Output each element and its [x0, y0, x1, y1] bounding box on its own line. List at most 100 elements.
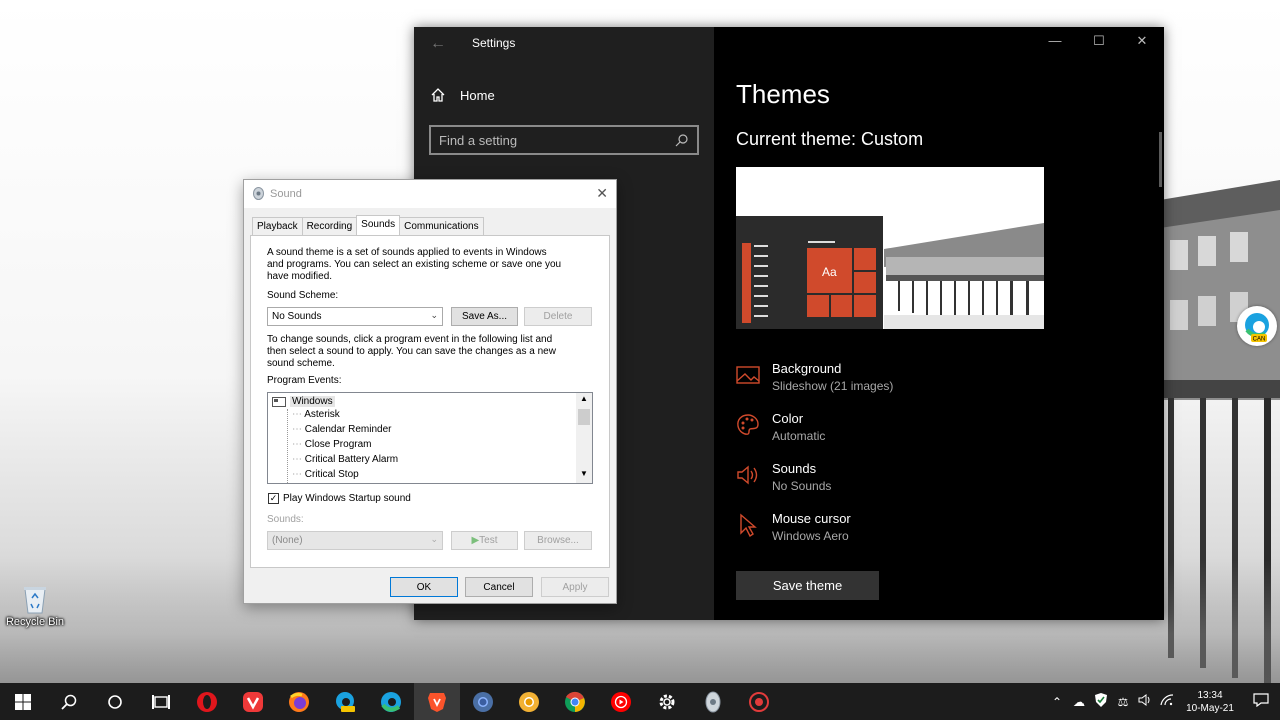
events-root-label: Windows	[290, 396, 335, 407]
theme-item-mouse-cursor[interactable]: Mouse cursor Windows Aero	[736, 511, 1036, 551]
delete-button[interactable]: Delete	[524, 307, 592, 326]
program-events-list[interactable]: Windows ⋯ Asterisk ⋯ Calendar Reminder ⋯…	[267, 392, 593, 484]
tab-communications[interactable]: Communications	[399, 217, 484, 235]
recycle-bin[interactable]: Recycle Bin	[4, 584, 66, 628]
list-item[interactable]: ⋯ Asterisk	[292, 409, 340, 424]
speaker-icon	[737, 465, 758, 485]
sound-dialog-close-icon[interactable]: ✕	[596, 185, 608, 202]
list-item[interactable]: ⋯ Critical Stop	[292, 469, 359, 483]
program-events-label: Program Events:	[267, 375, 342, 386]
background-subtitle: Slideshow (21 images)	[772, 379, 894, 393]
sounds-subtitle: No Sounds	[772, 479, 832, 493]
sounds-title: Sounds	[772, 461, 817, 476]
opera-icon[interactable]	[184, 683, 230, 720]
search-icon[interactable]	[675, 133, 689, 147]
settings-scrollbar[interactable]	[1159, 132, 1162, 187]
checkmark-icon[interactable]: ✓	[268, 493, 279, 504]
chevron-up-icon[interactable]: ⌃	[1046, 695, 1068, 709]
taskbar: ⌃ ☁ ⚖ 13:34 10-May-21	[0, 683, 1280, 720]
save-theme-button[interactable]: Save theme	[736, 571, 879, 600]
scroll-up-icon[interactable]: ▲	[580, 394, 588, 403]
apply-button[interactable]: Apply	[541, 577, 609, 597]
themes-page: Themes Current theme: Custom Aa Backgrou…	[736, 27, 1156, 620]
test-label: Test	[479, 535, 498, 546]
list-item[interactable]: ⋯ Close Program	[292, 439, 371, 454]
change-text: To change sounds, click a program event …	[267, 334, 556, 370]
sound-scheme-dropdown[interactable]: No Sounds ⌄	[267, 307, 443, 326]
test-button[interactable]: ▶Test	[451, 531, 518, 550]
ok-button[interactable]: OK	[390, 577, 458, 597]
sound-dialog-title: Sound	[270, 188, 302, 200]
tab-recording[interactable]: Recording	[301, 217, 358, 235]
theme-preview: Aa	[736, 167, 1044, 329]
recycle-bin-icon	[24, 587, 46, 614]
sound-app-icon	[253, 187, 264, 200]
sounds-value: (None)	[272, 535, 303, 546]
youtube-music-icon[interactable]	[598, 683, 644, 720]
defender-shield-icon[interactable]	[1090, 693, 1112, 710]
tab-playback[interactable]: Playback	[252, 217, 303, 235]
settings-search-box[interactable]	[429, 125, 699, 155]
task-view-icon[interactable]	[138, 683, 184, 720]
vivaldi-icon[interactable]	[230, 683, 276, 720]
onedrive-icon[interactable]: ☁	[1068, 695, 1090, 709]
list-scroll-thumb[interactable]	[578, 409, 590, 425]
save-as-button[interactable]: Save As...	[451, 307, 518, 326]
volume-icon[interactable]	[1134, 694, 1156, 709]
list-item[interactable]: ⋯ Calendar Reminder	[292, 424, 392, 439]
theme-item-background[interactable]: Background Slideshow (21 images)	[736, 361, 1036, 401]
color-subtitle: Automatic	[772, 429, 826, 443]
wifi-icon[interactable]	[1156, 694, 1178, 709]
change-line-1: To change sounds, click a program event …	[267, 334, 553, 345]
clock-time: 13:34	[1197, 689, 1223, 701]
preview-tile-text: Aa	[822, 265, 837, 279]
search-icon[interactable]	[46, 683, 92, 720]
sound-app-icon[interactable]	[690, 683, 736, 720]
cancel-button[interactable]: Cancel	[465, 577, 533, 597]
chrome-icon[interactable]	[460, 683, 506, 720]
intro-text: A sound theme is a set of sounds applied…	[267, 247, 561, 283]
firefox-icon[interactable]	[276, 683, 322, 720]
intro-line-1: A sound theme is a set of sounds applied…	[267, 247, 547, 258]
home-icon	[431, 88, 445, 102]
clock[interactable]: 13:34 10-May-21	[1178, 689, 1242, 715]
theme-item-sounds[interactable]: Sounds No Sounds	[736, 461, 1036, 501]
scroll-down-icon[interactable]: ▼	[580, 469, 588, 478]
change-line-3: sound scheme.	[267, 358, 335, 369]
start-icon[interactable]	[0, 683, 46, 720]
chevron-down-icon: ⌄	[430, 534, 438, 544]
back-arrow-icon[interactable]: ←	[430, 35, 446, 53]
settings-gear-icon[interactable]	[644, 683, 690, 720]
sounds-tab-panel: A sound theme is a set of sounds applied…	[250, 235, 610, 568]
edge-can-icon[interactable]	[322, 683, 368, 720]
nav-home[interactable]: Home	[430, 87, 495, 103]
theme-item-color[interactable]: Color Automatic	[736, 411, 1036, 451]
settings-search-input[interactable]	[439, 132, 659, 148]
notification-center-icon[interactable]	[1242, 693, 1280, 710]
record-icon[interactable]	[736, 683, 782, 720]
edge-can-desktop-icon[interactable]: CAN	[1237, 306, 1277, 346]
background-title: Background	[772, 361, 842, 376]
usb-device-icon[interactable]: ⚖	[1112, 695, 1134, 709]
chrome-canary-icon[interactable]	[506, 683, 552, 720]
sound-dialog-titlebar[interactable]: Sound ✕	[244, 180, 616, 208]
chrome-icon-2[interactable]	[552, 683, 598, 720]
list-item[interactable]: ⋯ Critical Battery Alarm	[292, 454, 398, 469]
tab-sounds[interactable]: Sounds	[356, 215, 401, 235]
nav-home-label: Home	[460, 87, 495, 103]
list-item-windows[interactable]: Windows	[272, 394, 335, 409]
cortana-icon[interactable]	[92, 683, 138, 720]
sounds-label: Sounds:	[267, 514, 304, 525]
clock-date: 10-May-21	[1186, 702, 1234, 714]
edge-icon[interactable]	[368, 683, 414, 720]
chevron-down-icon: ⌄	[430, 310, 438, 320]
intro-line-3: have modified.	[267, 271, 333, 282]
browse-button[interactable]: Browse...	[524, 531, 592, 550]
list-scrollbar[interactable]: ▲ ▼	[576, 393, 592, 483]
brave-icon[interactable]	[414, 683, 460, 720]
sound-scheme-value: No Sounds	[272, 311, 322, 322]
change-line-2: then select a sound to apply. You can sa…	[267, 346, 556, 357]
sounds-dropdown[interactable]: (None) ⌄	[267, 531, 443, 550]
picture-icon	[736, 366, 760, 384]
startup-sound-checkbox[interactable]: ✓ Play Windows Startup sound	[268, 493, 411, 504]
